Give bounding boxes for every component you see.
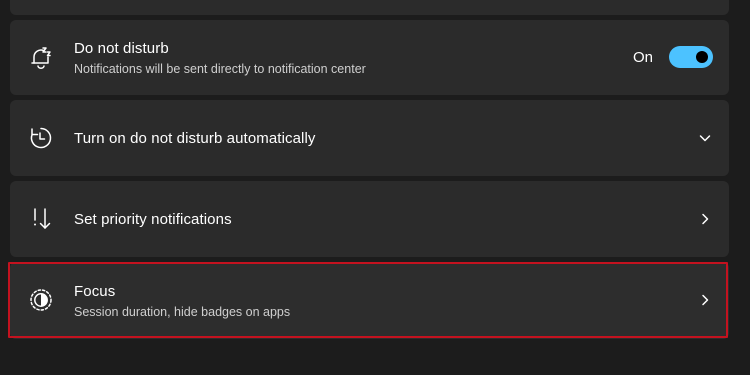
focus-row[interactable]: Focus Session duration, hide badges on a… [10,262,729,339]
dnd-automatic-row[interactable]: Turn on do not disturb automatically [10,100,729,176]
do-not-disturb-toggle[interactable] [669,46,713,68]
chevron-right-icon[interactable] [697,211,713,227]
do-not-disturb-toggle-group: On [633,46,713,68]
focus-title: Focus [74,283,116,300]
chevron-right-icon[interactable] [697,292,713,308]
focus-subtitle: Session duration, hide badges on apps [74,305,291,319]
bell-snooze-icon [28,45,54,71]
priority-notifications-title: Set priority notifications [74,211,232,228]
toggle-knob [696,51,708,63]
do-not-disturb-title: Do not disturb [74,40,169,57]
notifications-settings-page: Do not disturb Notifications will be sen… [0,0,750,375]
previous-setting-card [10,0,729,15]
priority-sort-icon [28,206,54,232]
focus-icon [28,287,54,313]
clock-refresh-icon [28,125,54,151]
priority-notifications-row[interactable]: Set priority notifications [10,181,729,257]
do-not-disturb-subtitle: Notifications will be sent directly to n… [74,62,366,76]
chevron-down-icon[interactable] [697,130,713,146]
do-not-disturb-row[interactable]: Do not disturb Notifications will be sen… [10,20,729,95]
toggle-state-label: On [632,48,653,66]
dnd-automatic-title: Turn on do not disturb automatically [74,130,316,147]
